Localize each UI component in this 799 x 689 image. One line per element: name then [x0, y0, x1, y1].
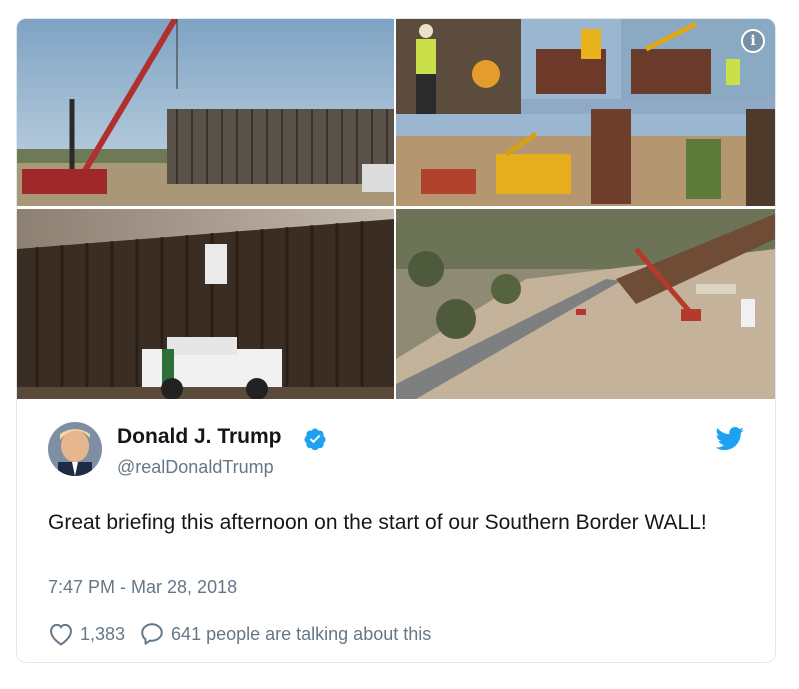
avatar[interactable]: [48, 422, 102, 476]
twitter-bird-icon[interactable]: [715, 427, 745, 451]
reply-count-text: 641 people are talking about this: [171, 623, 432, 644]
tweet-body: Donald J. Trump @realDonaldTrump Great b…: [17, 399, 775, 662]
like-count: 1,383: [80, 623, 126, 644]
tweet-embed-card[interactable]: i Donald J. Trump @realDonaldTrump Great…: [16, 18, 776, 663]
info-icon[interactable]: i: [741, 29, 765, 53]
photo-aerial-wall-construction[interactable]: [396, 209, 775, 399]
heart-icon: [50, 623, 72, 646]
tweet-timestamp[interactable]: 7:47 PM - Mar 28, 2018: [48, 577, 237, 598]
verified-badge-icon: [304, 428, 326, 451]
photo-border-patrol-truck[interactable]: [17, 209, 394, 399]
like-button[interactable]: 1,383: [48, 621, 125, 647]
photo-workers-collage[interactable]: i: [396, 19, 775, 206]
author-handle[interactable]: @realDonaldTrump: [117, 457, 274, 478]
tweet-media-grid: i: [17, 19, 775, 399]
photo-crane-wall[interactable]: [17, 19, 394, 206]
author-name[interactable]: Donald J. Trump: [117, 425, 282, 449]
comment-icon: [141, 623, 163, 645]
reply-button[interactable]: 641 people are talking about this: [139, 621, 431, 647]
tweet-text: Great briefing this afternoon on the sta…: [48, 511, 707, 534]
tweet-actions: 1,383 641 people are talking about this: [48, 621, 445, 647]
